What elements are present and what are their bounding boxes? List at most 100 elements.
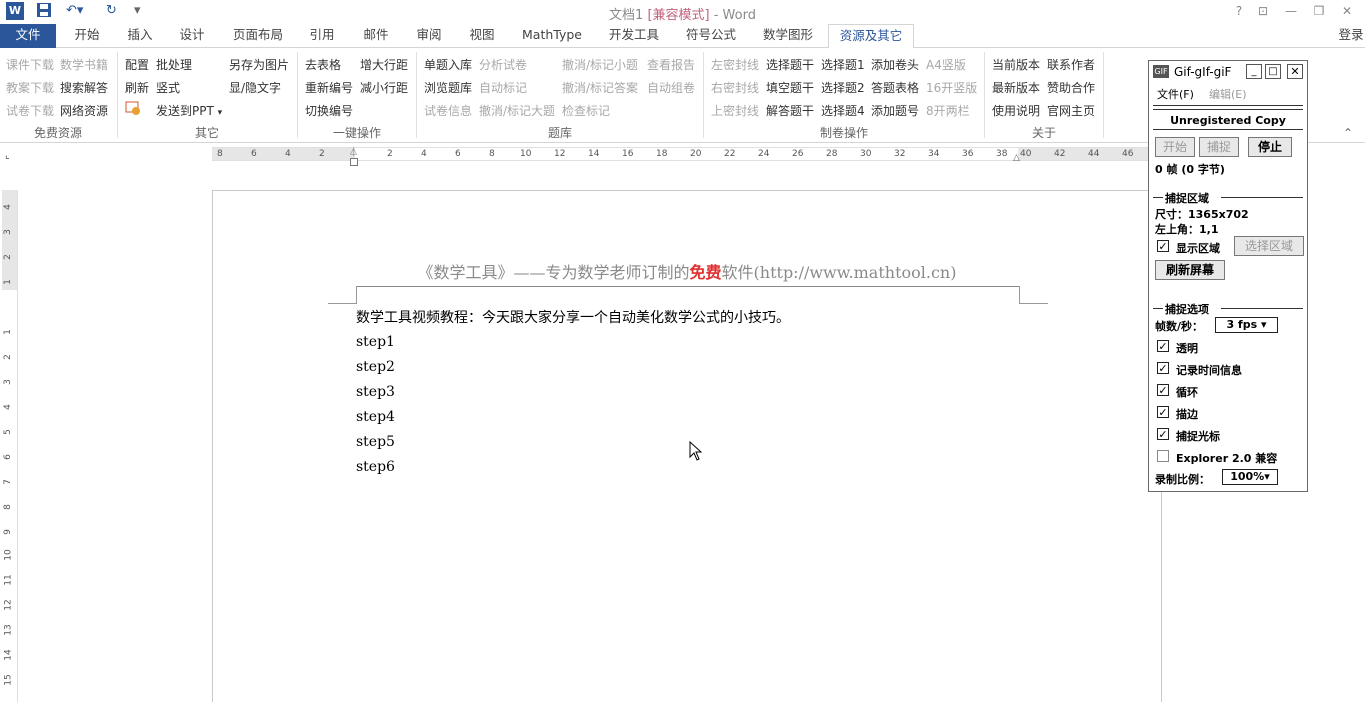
vertical-ruler[interactable]: 4 3 2 1 1 2 3 4 5 6 7 8 9 10 11 12 13 14… [2, 190, 18, 702]
doc-paragraph[interactable]: 数学工具视频教程：今天跟大家分享一个自动美化数学公式的小技巧。 [356, 307, 790, 327]
right-indent-icon[interactable]: △ [1013, 153, 1020, 163]
indent-marker-icon[interactable]: ⏃ [349, 145, 358, 158]
ribbon-net-resources[interactable]: 网络资源 [60, 102, 108, 119]
doc-step[interactable]: step2 [356, 359, 395, 375]
ribbon-manual[interactable]: 使用说明 [992, 102, 1040, 119]
ribbon-math-books[interactable]: 数学书籍 [60, 56, 108, 73]
ribbon-refresh[interactable]: 刷新 [125, 79, 149, 96]
gif-minimize-icon[interactable]: _ [1246, 64, 1262, 79]
tab-view[interactable]: 视图 [458, 24, 506, 48]
refresh-screen-button[interactable]: 刷新屏幕 [1155, 260, 1225, 280]
ribbon-save-as-image[interactable]: 另存为图片 [229, 56, 289, 73]
ribbon-search-answer[interactable]: 搜索解答 [60, 79, 108, 96]
ribbon-a4-portrait[interactable]: A4竖版 [926, 56, 966, 73]
scale-select[interactable]: 100%▾ [1222, 469, 1278, 485]
ribbon-add-number[interactable]: 添加题号 [871, 102, 919, 119]
ribbon-answer-table[interactable]: 答题表格 [871, 79, 919, 96]
tab-file[interactable]: 文件 [0, 24, 56, 48]
capture-cursor-checkbox[interactable]: ✓ [1157, 428, 1169, 440]
ribbon-view-report[interactable]: 查看报告 [647, 56, 695, 73]
ribbon-toggle-numbering[interactable]: 切换编号 [305, 102, 353, 119]
ribbon-renumber[interactable]: 重新编号 [305, 79, 353, 96]
gif-menu-file[interactable]: 文件(F) [1157, 86, 1194, 102]
ribbon-courseware-download[interactable]: 课件下载 [6, 56, 54, 73]
ribbon-auto-compose[interactable]: 自动组卷 [647, 79, 695, 96]
doc-step[interactable]: step3 [356, 384, 395, 400]
ribbon-paper-info[interactable]: 试卷信息 [424, 102, 472, 119]
ribbon-top-seal[interactable]: 上密封线 [711, 102, 759, 119]
hanging-indent-icon[interactable] [350, 158, 358, 166]
tab-mathtype[interactable]: MathType [514, 24, 590, 48]
login-link[interactable]: 登录 [1336, 24, 1365, 48]
ribbon-send-ppt[interactable]: 发送到PPT ▾ [156, 102, 222, 119]
ribbon-display-icon[interactable]: ⊡ [1252, 2, 1274, 20]
minimize-icon[interactable]: — [1280, 2, 1302, 20]
tab-selector-icon[interactable]: ⌞ [5, 150, 17, 162]
document-page[interactable]: 《数学工具》——专为数学老师订制的免费软件(http://www.mathtoo… [212, 190, 1162, 702]
ribbon-choice-1[interactable]: 选择题1 [821, 56, 865, 73]
gif-capture-window[interactable]: GIF Gif-gIf-giF _ □ ✕ 文件(F) 编辑(E) Unregi… [1148, 60, 1308, 492]
ribbon-check-marks[interactable]: 检查标记 [562, 102, 610, 119]
gif-capture-button[interactable]: 捕捉 [1199, 137, 1239, 157]
doc-step[interactable]: step5 [356, 434, 395, 450]
record-time-checkbox[interactable]: ✓ [1157, 362, 1169, 374]
ribbon-increase-spacing[interactable]: 增大行距 [360, 56, 408, 73]
ribbon-config[interactable]: 配置 [125, 56, 149, 73]
explorer-compat-checkbox[interactable] [1157, 450, 1169, 462]
ribbon-contact-author[interactable]: 联系作者 [1047, 56, 1095, 73]
ribbon-toggle-text[interactable]: 显/隐文字 [229, 79, 281, 96]
border-checkbox[interactable]: ✓ [1157, 406, 1169, 418]
ribbon-choice-stem[interactable]: 选择题干 [766, 56, 814, 73]
doc-step[interactable]: step4 [356, 409, 395, 425]
gif-maximize-icon[interactable]: □ [1265, 64, 1281, 79]
transparent-checkbox[interactable]: ✓ [1157, 340, 1169, 352]
ribbon-left-seal[interactable]: 左密封线 [711, 56, 759, 73]
ribbon-choice-4[interactable]: 选择题4 [821, 102, 865, 119]
tab-references[interactable]: 引用 [298, 24, 346, 48]
doc-step[interactable]: step6 [356, 459, 395, 475]
ribbon-homepage[interactable]: 官网主页 [1047, 102, 1095, 119]
ribbon-add-header[interactable]: 添加卷头 [871, 56, 919, 73]
ribbon-single-import[interactable]: 单题入库 [424, 56, 472, 73]
ribbon-mark-answer[interactable]: 撤消/标记答案 [562, 79, 638, 96]
ribbon-choice-2[interactable]: 选择题2 [821, 79, 865, 96]
select-area-button[interactable]: 选择区域 [1234, 236, 1304, 256]
tab-review[interactable]: 审阅 [405, 24, 453, 48]
ribbon-sponsor[interactable]: 赞助合作 [1047, 79, 1095, 96]
gif-stop-button[interactable]: 停止 [1248, 137, 1292, 157]
tab-math-graphics[interactable]: 数学图形 [752, 24, 824, 48]
ribbon-latest-version[interactable]: 最新版本 [992, 79, 1040, 96]
ribbon-mark-bigquestion[interactable]: 撤消/标记大题 [479, 102, 555, 119]
ribbon-paper-download[interactable]: 试卷下载 [6, 102, 54, 119]
tab-design[interactable]: 设计 [168, 24, 216, 48]
gif-close-icon[interactable]: ✕ [1287, 64, 1303, 79]
ribbon-8k-two-column[interactable]: 8开两栏 [926, 102, 970, 119]
ribbon-remove-table[interactable]: 去表格 [305, 56, 341, 73]
tab-insert[interactable]: 插入 [116, 24, 164, 48]
doc-step[interactable]: step1 [356, 334, 395, 350]
ribbon-vertical-calc[interactable]: 竖式 [156, 79, 180, 96]
show-area-checkbox[interactable]: ✓ [1157, 240, 1169, 252]
ribbon-batch[interactable]: 批处理 [156, 56, 192, 73]
ribbon-current-version[interactable]: 当前版本 [992, 56, 1040, 73]
tab-home[interactable]: 开始 [62, 24, 112, 48]
ribbon-browse-bank[interactable]: 浏览题库 [424, 79, 472, 96]
tab-developer[interactable]: 开发工具 [598, 24, 670, 48]
collapse-ribbon-icon[interactable]: ⌃ [1343, 126, 1353, 140]
ribbon-auto-mark[interactable]: 自动标记 [479, 79, 527, 96]
help-button[interactable]: ? [1228, 2, 1250, 20]
gif-start-button[interactable]: 开始 [1155, 137, 1195, 157]
ribbon-mark-subquestion[interactable]: 撤消/标记小题 [562, 56, 638, 73]
tab-resources[interactable]: 资源及其它 [828, 24, 914, 49]
ribbon-16k-portrait[interactable]: 16开竖版 [926, 79, 977, 96]
close-icon[interactable]: ✕ [1336, 2, 1358, 20]
tab-layout[interactable]: 页面布局 [222, 24, 294, 48]
ribbon-analyze-paper[interactable]: 分析试卷 [479, 56, 527, 73]
ribbon-decrease-spacing[interactable]: 减小行距 [360, 79, 408, 96]
fps-select[interactable]: 3 fps ▾ [1215, 317, 1278, 333]
ribbon-fill-stem[interactable]: 填空题干 [766, 79, 814, 96]
tab-mailings[interactable]: 邮件 [352, 24, 400, 48]
ribbon-solve-stem[interactable]: 解答题干 [766, 102, 814, 119]
restore-icon[interactable]: ❐ [1308, 2, 1330, 20]
ribbon-right-seal[interactable]: 右密封线 [711, 79, 759, 96]
